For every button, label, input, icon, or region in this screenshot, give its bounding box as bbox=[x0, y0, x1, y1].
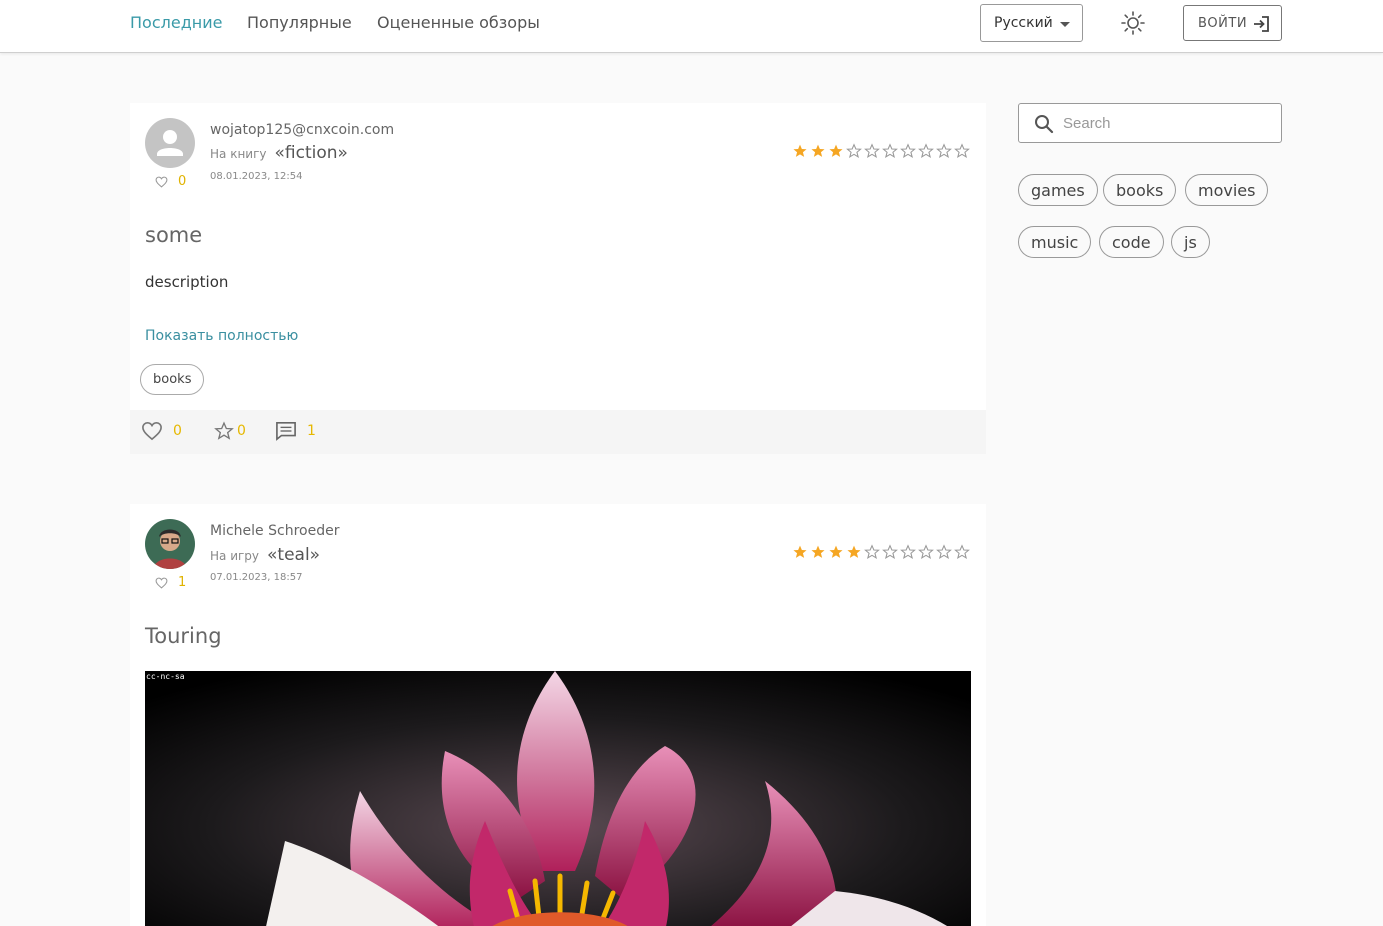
tag-js[interactable]: js bbox=[1171, 226, 1210, 258]
caret-down-icon bbox=[1060, 22, 1070, 27]
search-input[interactable] bbox=[1063, 104, 1273, 142]
star-button[interactable]: 0 bbox=[214, 421, 246, 441]
avatar[interactable] bbox=[145, 118, 195, 168]
comments-count: 1 bbox=[307, 423, 316, 439]
star-outline-icon bbox=[214, 421, 234, 440]
comment-icon bbox=[276, 422, 296, 441]
review-target: На игру «teal» bbox=[210, 545, 320, 565]
star-empty-icon bbox=[936, 143, 952, 159]
user-placeholder-icon bbox=[157, 130, 183, 156]
star-empty-icon bbox=[918, 544, 934, 560]
likes-count: 0 bbox=[173, 423, 182, 439]
heart-icon bbox=[142, 421, 162, 441]
image-license-badge: cc-nc-sa bbox=[146, 672, 185, 681]
review-description: description bbox=[145, 273, 229, 291]
heart-icon bbox=[155, 577, 168, 589]
star-empty-icon bbox=[846, 143, 862, 159]
star-empty-icon bbox=[954, 544, 970, 560]
review-author[interactable]: wojatop125@cnxcoin.com bbox=[210, 122, 394, 138]
rating-stars bbox=[792, 143, 970, 159]
nav-popular[interactable]: Популярные bbox=[247, 13, 352, 32]
star-filled-icon bbox=[793, 545, 807, 558]
rating-stars bbox=[792, 544, 970, 560]
language-select[interactable]: Русский bbox=[980, 4, 1083, 42]
login-button[interactable]: ВОЙТИ bbox=[1183, 5, 1282, 41]
star-empty-icon bbox=[936, 544, 952, 560]
heart-icon bbox=[155, 176, 168, 188]
star-filled-icon bbox=[811, 545, 825, 558]
search-icon bbox=[1035, 115, 1054, 134]
review-date: 08.01.2023, 12:54 bbox=[210, 171, 303, 182]
author-likes: 0 bbox=[155, 174, 186, 189]
review-card: Michele Schroeder На игру «teal» 07.01.20… bbox=[130, 504, 986, 926]
star-empty-icon bbox=[900, 143, 916, 159]
star-filled-icon bbox=[829, 144, 843, 157]
star-empty-icon bbox=[864, 143, 880, 159]
review-image[interactable]: cc-nc-sa bbox=[145, 671, 971, 926]
review-target: На книгу «fiction» bbox=[210, 143, 348, 163]
tag-movies[interactable]: movies bbox=[1185, 174, 1269, 206]
avatar[interactable] bbox=[145, 519, 195, 569]
user-photo bbox=[145, 519, 195, 569]
like-button[interactable]: 0 bbox=[141, 421, 182, 441]
star-filled-icon bbox=[811, 144, 825, 157]
review-target-name[interactable]: «teal» bbox=[267, 545, 320, 565]
review-date: 07.01.2023, 18:57 bbox=[210, 572, 303, 583]
tag-books[interactable]: books bbox=[1103, 174, 1177, 206]
tag-code[interactable]: code bbox=[1099, 226, 1164, 258]
review-card: wojatop125@cnxcoin.com На книгу «fiction»… bbox=[130, 103, 986, 454]
review-tag[interactable]: books bbox=[140, 364, 205, 395]
show-more-link[interactable]: Показать полностью bbox=[145, 328, 298, 344]
author-likes-count: 0 bbox=[178, 174, 187, 189]
comments-button[interactable]: 1 bbox=[275, 421, 316, 441]
search-field[interactable] bbox=[1018, 103, 1282, 143]
tag-music[interactable]: music bbox=[1018, 226, 1092, 258]
review-target-prefix: На книгу bbox=[210, 147, 267, 161]
lotus-flower-image bbox=[145, 671, 971, 926]
stars-count: 0 bbox=[237, 423, 246, 439]
login-button-label: ВОЙТИ bbox=[1198, 15, 1248, 31]
star-empty-icon bbox=[864, 544, 880, 560]
star-empty-icon bbox=[900, 544, 916, 560]
star-filled-icon bbox=[847, 545, 861, 558]
author-likes-count: 1 bbox=[178, 575, 187, 590]
review-footer: 0 0 1 bbox=[130, 410, 986, 454]
nav-latest[interactable]: Последние bbox=[130, 13, 222, 32]
star-empty-icon bbox=[954, 143, 970, 159]
star-filled-icon bbox=[793, 144, 807, 157]
top-navbar: Последние Популярные Оцененные обзоры Ру… bbox=[0, 0, 1383, 53]
review-target-name[interactable]: «fiction» bbox=[275, 143, 348, 163]
review-title: Touring bbox=[145, 624, 222, 648]
sun-icon[interactable] bbox=[1120, 10, 1146, 36]
nav-rated-reviews[interactable]: Оцененные обзоры bbox=[377, 13, 540, 32]
star-empty-icon bbox=[882, 143, 898, 159]
star-empty-icon bbox=[918, 143, 934, 159]
language-select-value: Русский bbox=[994, 15, 1053, 31]
star-filled-icon bbox=[829, 545, 843, 558]
review-title: some bbox=[145, 223, 203, 247]
tag-games[interactable]: games bbox=[1018, 174, 1098, 206]
author-likes: 1 bbox=[155, 575, 186, 590]
review-author[interactable]: Michele Schroeder bbox=[210, 523, 339, 539]
login-icon bbox=[1254, 16, 1269, 32]
review-target-prefix: На игру bbox=[210, 549, 260, 563]
star-empty-icon bbox=[882, 544, 898, 560]
